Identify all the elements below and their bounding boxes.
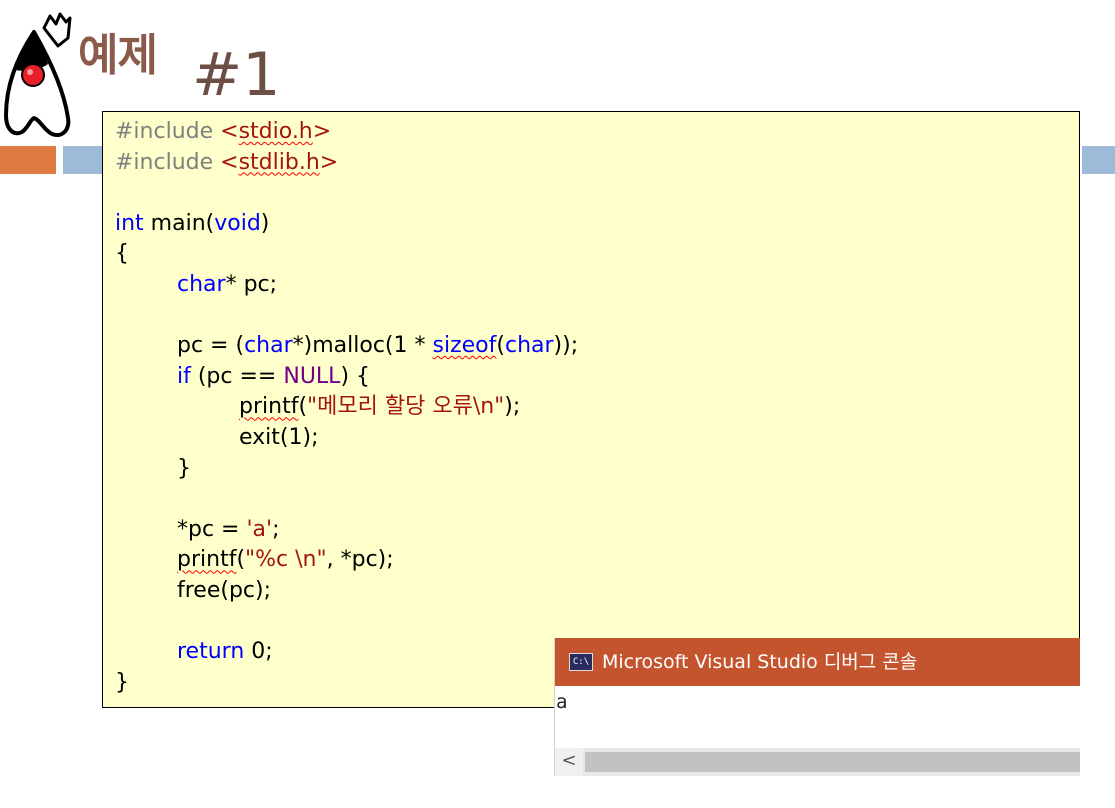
accent-bar-blue-left: [63, 146, 103, 174]
code-line: if (pc == NULL) {: [115, 362, 578, 393]
code-line: printf("%c \n", *pc);: [115, 545, 578, 576]
code-token: 0;: [244, 639, 273, 665]
scrollbar-thumb[interactable]: [585, 752, 1080, 772]
code-token: }: [177, 455, 191, 481]
code-token: >: [319, 149, 339, 175]
code-token: free(pc);: [177, 577, 272, 603]
code-token: (: [496, 333, 505, 359]
duke-mascot-icon: [4, 12, 72, 137]
code-token: if: [177, 363, 191, 389]
slide-title-korean: 예제: [78, 30, 158, 81]
code-line: }: [115, 454, 578, 485]
code-token: "%c \n": [245, 547, 327, 573]
code-line: #include <stdlib.h>: [115, 148, 578, 179]
slide-title-number: #1: [192, 40, 281, 110]
code-token: printf: [177, 547, 237, 573]
accent-bar-orange: [0, 146, 56, 174]
code-token: (: [298, 394, 308, 420]
code-token: ) {: [340, 363, 371, 389]
code-token: *pc =: [177, 516, 247, 542]
code-token: return: [177, 639, 245, 665]
code-line: char* pc;: [115, 270, 578, 301]
code-token: <: [220, 119, 239, 144]
code-token: (pc ==: [190, 363, 284, 389]
code-line: {: [115, 239, 578, 270]
code-line: *pc = 'a';: [115, 515, 578, 546]
debug-console-window[interactable]: C:\ Microsoft Visual Studio 디버그 콘솔 a <: [555, 638, 1080, 776]
code-line: }: [115, 668, 578, 699]
code-token: char: [177, 271, 226, 297]
horizontal-scrollbar[interactable]: <: [555, 748, 1080, 776]
code-token: printf: [239, 394, 299, 420]
code-line: printf("메모리 할당 오류\n");: [115, 392, 578, 423]
code-token: NULL: [283, 363, 341, 389]
console-title: Microsoft Visual Studio 디버그 콘솔: [602, 651, 918, 673]
console-window-icon: C:\: [569, 653, 593, 671]
accent-bar-blue-right: [1082, 146, 1115, 174]
code-listing: #include <stdio.h> #include <stdlib.h> in…: [115, 117, 578, 698]
code-line: free(pc);: [115, 576, 578, 607]
code-token: (: [236, 547, 246, 573]
code-token: int: [115, 210, 144, 236]
code-token: char: [504, 333, 554, 359]
code-listing-panel: #include <stdio.h> #include <stdlib.h> in…: [102, 111, 1080, 708]
code-line: int main(void): [115, 209, 578, 240]
code-line: #include <stdio.h>: [115, 117, 578, 148]
code-token: *)malloc(1 *: [292, 333, 433, 359]
code-token: );: [504, 394, 521, 420]
code-token: exit(1);: [239, 424, 319, 450]
console-output: a: [556, 691, 568, 713]
code-token: void: [214, 210, 261, 236]
code-token: ;: [272, 516, 280, 542]
code-line: pc = (char*)malloc(1 * sizeof(char));: [115, 331, 578, 362]
code-token: >: [312, 119, 332, 144]
code-token: stdlib.h: [238, 149, 320, 175]
code-token: {: [115, 241, 129, 267]
console-titlebar[interactable]: C:\ Microsoft Visual Studio 디버그 콘솔: [555, 638, 1080, 686]
code-line: exit(1);: [115, 423, 578, 454]
code-token: ): [260, 210, 270, 236]
code-token: pc = (: [177, 333, 245, 359]
scroll-left-arrow-icon[interactable]: <: [555, 748, 583, 776]
code-token: , *pc);: [326, 547, 394, 573]
code-token: main(: [143, 210, 215, 236]
code-token: char: [244, 333, 293, 359]
code-token: ));: [553, 333, 579, 359]
code-token: * pc;: [225, 271, 278, 297]
code-token: #include: [115, 119, 221, 144]
code-token: <: [220, 149, 239, 175]
code-line: return 0;: [115, 637, 578, 668]
code-token: }: [115, 669, 129, 695]
code-token: stdio.h: [238, 119, 313, 144]
code-token: sizeof: [432, 333, 497, 359]
code-token: #include: [115, 149, 221, 175]
code-token: 'a': [246, 516, 273, 542]
code-token: "메모리 할당 오류\n": [307, 394, 505, 420]
